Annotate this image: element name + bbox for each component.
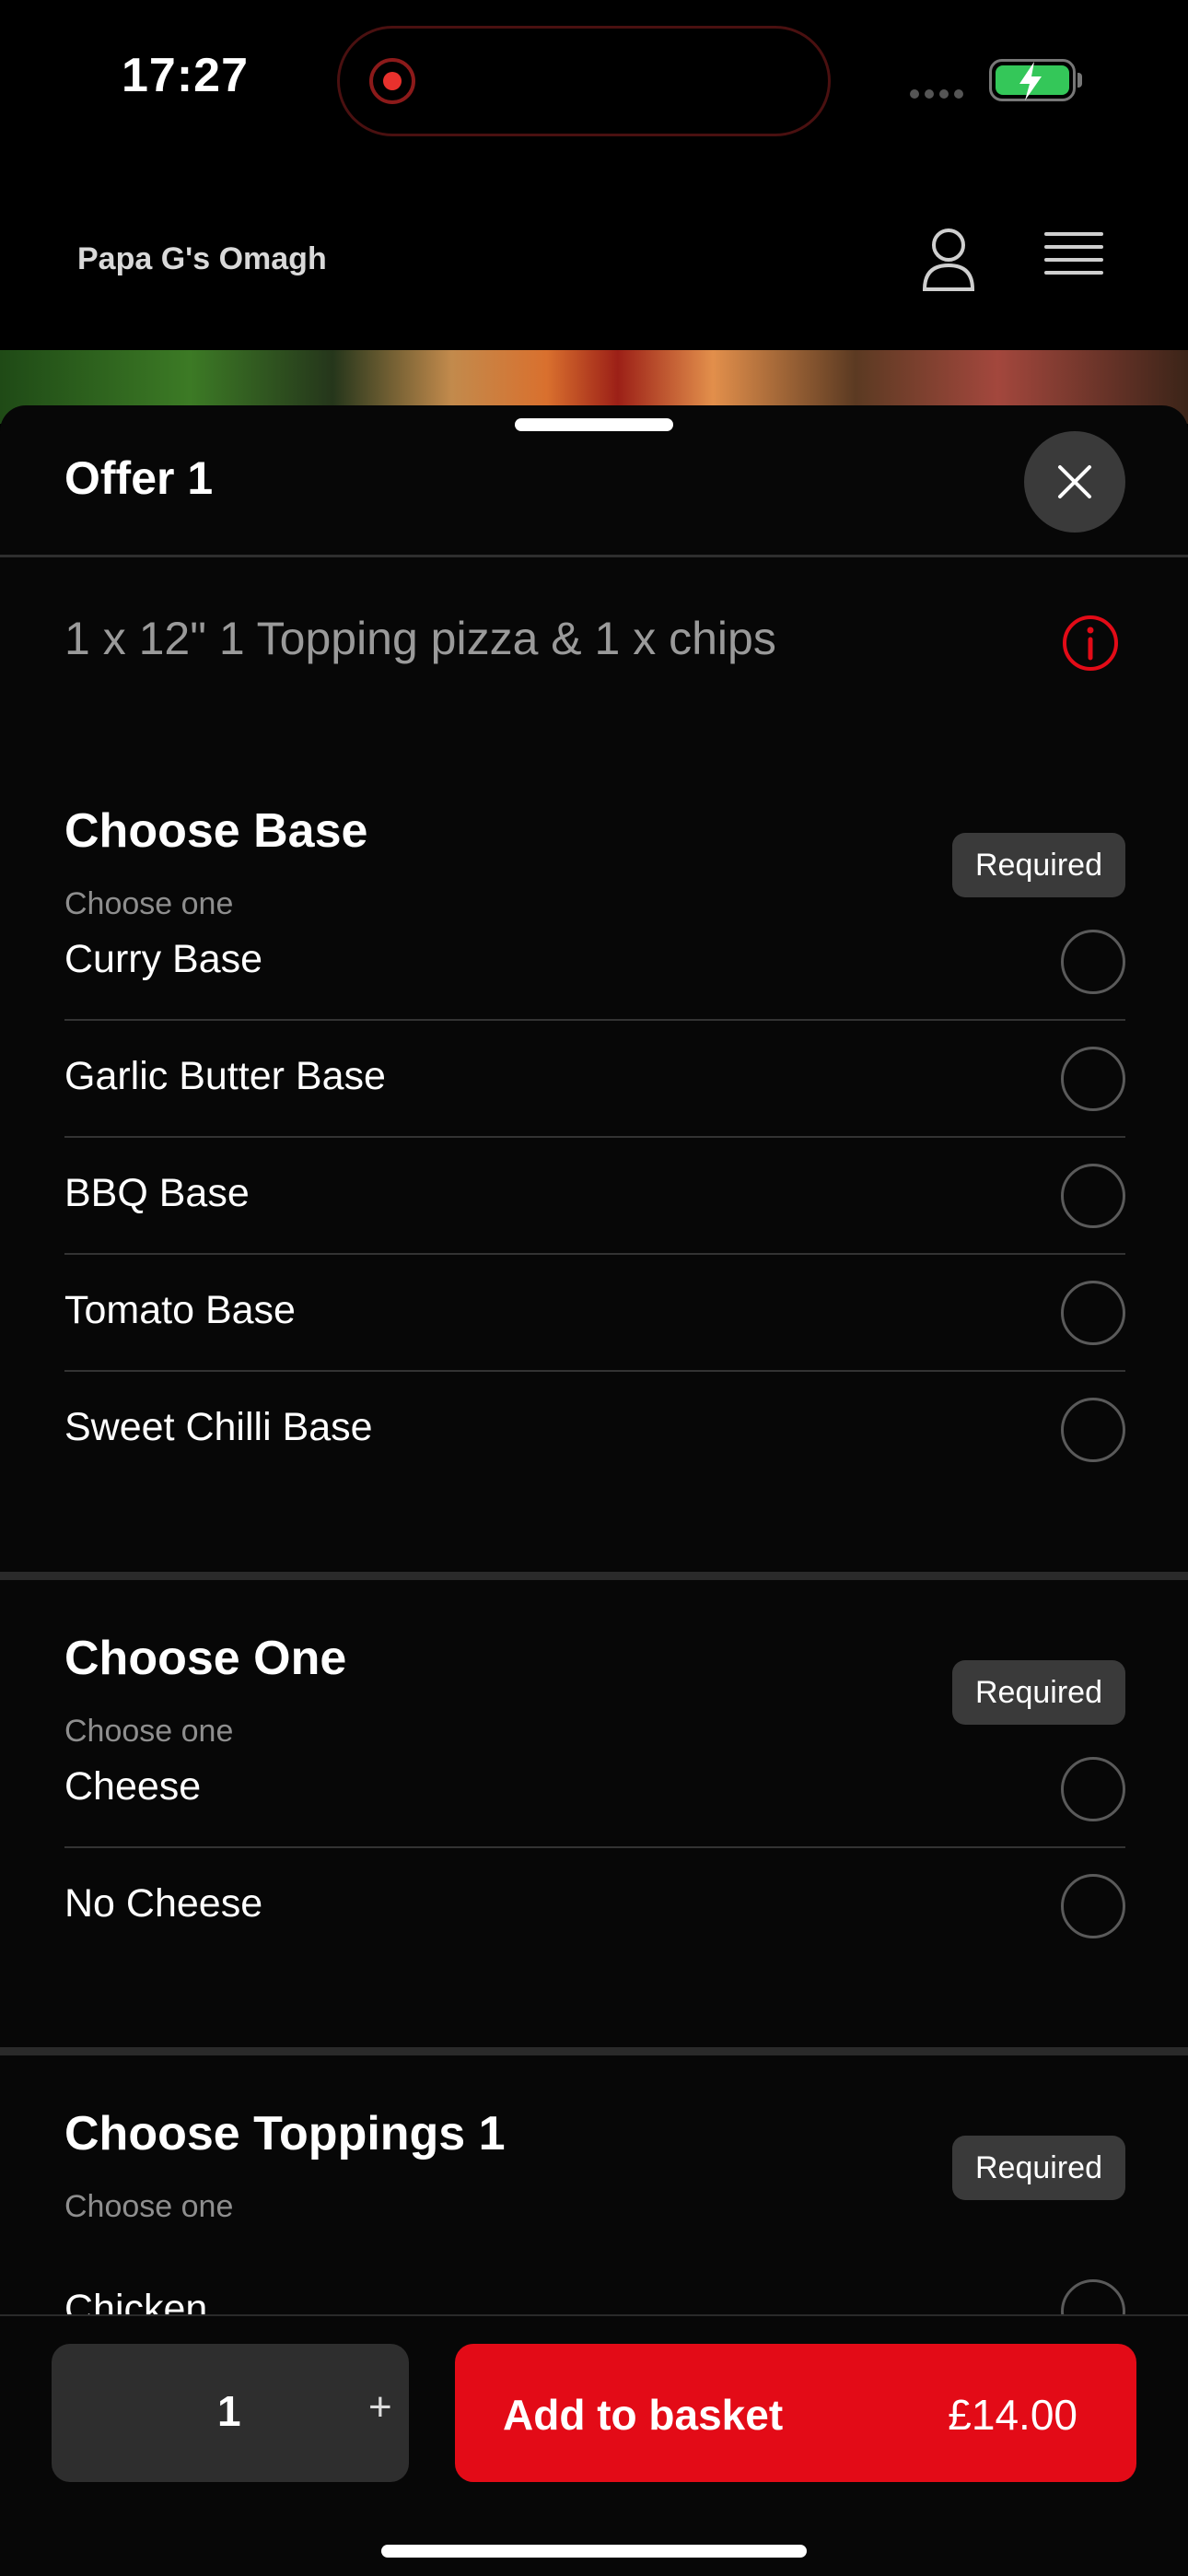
required-badge: Required (952, 1660, 1125, 1725)
option-no-cheese[interactable]: No Cheese (64, 1848, 1125, 1965)
option-label: Curry Base (64, 937, 263, 981)
status-bar: 17:27 (0, 0, 1188, 166)
add-to-basket-button[interactable]: Add to basket £14.00 (455, 2344, 1136, 2482)
radio-button[interactable] (1061, 930, 1125, 994)
option-label: Cheese (64, 1764, 202, 1809)
site-header: Papa G's Omagh (0, 166, 1188, 350)
option-curry-base[interactable]: Curry Base (64, 904, 1125, 1021)
product-sheet: Offer 1 1 x 12" 1 Topping pizza & 1 x ch… (0, 405, 1188, 2576)
group-title-base: Choose Base (64, 804, 368, 858)
home-indicator[interactable] (381, 2545, 807, 2558)
option-label: Sweet Chilli Base (64, 1405, 373, 1449)
bottom-action-bar: 1 + Add to basket £14.00 (0, 2314, 1188, 2576)
signal-icon (910, 87, 971, 99)
option-label: Garlic Butter Base (64, 1054, 386, 1098)
radio-button[interactable] (1061, 1757, 1125, 1821)
required-badge: Required (952, 833, 1125, 897)
brand-name[interactable]: Papa G's Omagh (77, 241, 327, 277)
quantity-value: 1 (217, 2387, 241, 2435)
option-tomato-base[interactable]: Tomato Base (64, 1255, 1125, 1372)
offer-description: 1 x 12" 1 Topping pizza & 1 x chips (64, 613, 776, 664)
info-icon[interactable] (1061, 614, 1120, 673)
price-label: £14.00 (948, 2391, 1077, 2439)
divider (0, 555, 1188, 557)
quantity-stepper[interactable]: 1 + (52, 2344, 409, 2482)
add-to-basket-label: Add to basket (503, 2391, 784, 2439)
option-bbq-base[interactable]: BBQ Base (64, 1138, 1125, 1255)
section-separator (0, 2047, 1188, 2055)
dynamic-island (337, 26, 831, 136)
group-subtitle-toppings: Choose one (64, 2189, 234, 2224)
increment-button[interactable]: + (368, 2384, 392, 2430)
radio-button[interactable] (1061, 1874, 1125, 1938)
menu-icon[interactable] (1044, 232, 1103, 284)
radio-button[interactable] (1061, 1398, 1125, 1462)
sheet-title: Offer 1 (64, 452, 214, 504)
option-label: Tomato Base (64, 1288, 296, 1332)
radio-button[interactable] (1061, 1047, 1125, 1111)
close-button[interactable] (1024, 431, 1125, 533)
status-time: 17:27 (122, 49, 249, 102)
group-title-cheese: Choose One (64, 1632, 347, 1685)
option-label: No Cheese (64, 1881, 263, 1926)
option-sweet-chilli-base[interactable]: Sweet Chilli Base (64, 1372, 1125, 1489)
sheet-grabber[interactable] (515, 418, 673, 431)
battery-icon (989, 59, 1082, 101)
option-garlic-butter-base[interactable]: Garlic Butter Base (64, 1021, 1125, 1138)
record-icon (369, 58, 415, 104)
section-separator (0, 1572, 1188, 1580)
user-icon[interactable] (921, 227, 976, 291)
group-title-toppings: Choose Toppings 1 (64, 2107, 506, 2160)
required-badge: Required (952, 2136, 1125, 2200)
radio-button[interactable] (1061, 1281, 1125, 1345)
close-icon (1058, 465, 1091, 498)
option-label: BBQ Base (64, 1171, 250, 1215)
radio-button[interactable] (1061, 1164, 1125, 1228)
option-cheese[interactable]: Cheese (64, 1731, 1125, 1848)
